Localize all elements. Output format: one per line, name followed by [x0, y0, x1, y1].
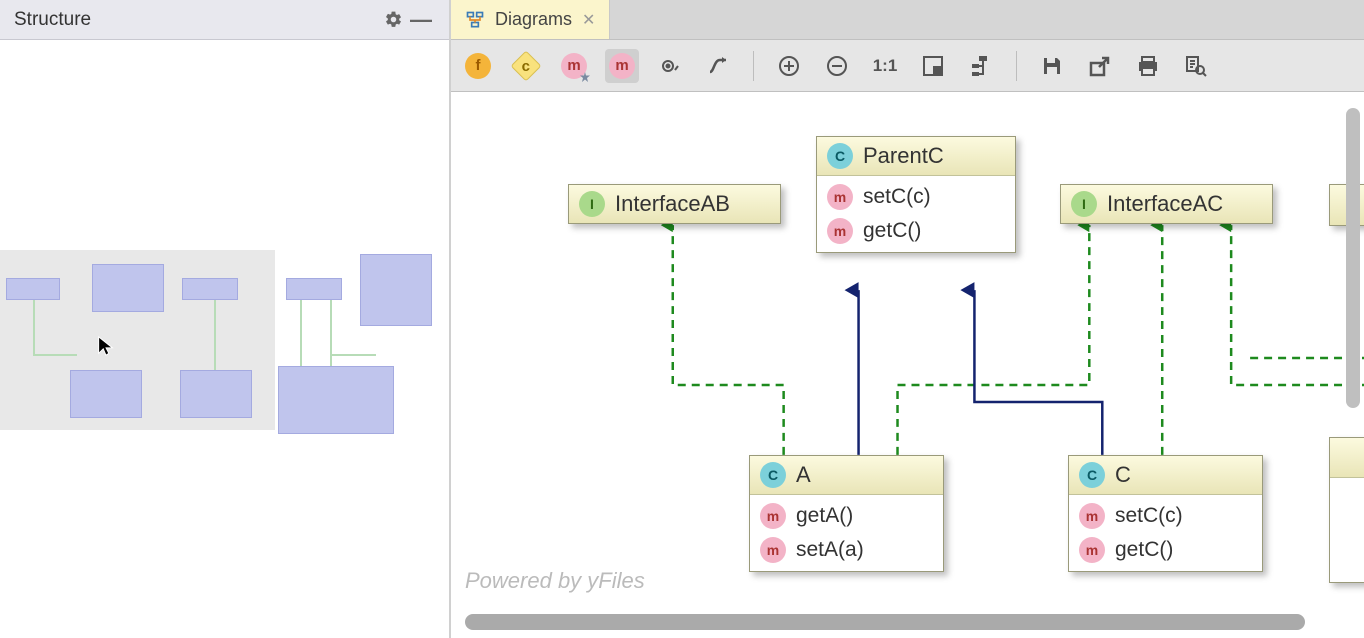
structure-title: Structure	[14, 9, 379, 31]
method-icon: m	[1079, 537, 1105, 563]
class-icon: C	[1079, 462, 1105, 488]
fit-content-button[interactable]	[916, 49, 950, 83]
minimize-icon[interactable]: —	[407, 6, 435, 34]
diagram-toolbar: f c m m 1:1	[451, 40, 1364, 92]
scrollbar-thumb[interactable]	[465, 614, 1305, 630]
node-member: mgetC()	[817, 214, 1015, 248]
method-star-icon: m	[561, 53, 587, 79]
node-member: msetC(c)	[1069, 499, 1262, 533]
save-button[interactable]	[1035, 49, 1069, 83]
node-title: InterfaceAC	[1107, 191, 1223, 217]
tab-diagrams[interactable]: Diagrams ✕	[451, 0, 610, 39]
node-class-c[interactable]: C C msetC(c) mgetC()	[1068, 455, 1263, 572]
node-clipped-bottom[interactable]	[1329, 437, 1364, 583]
visibility-button[interactable]	[653, 49, 687, 83]
minimap-node	[182, 278, 238, 300]
node-interfaceab[interactable]: I InterfaceAB	[568, 184, 781, 224]
close-icon[interactable]: ✕	[582, 10, 595, 30]
interface-icon: I	[1071, 191, 1097, 217]
node-member: msetC(c)	[817, 180, 1015, 214]
filter-constructors-button[interactable]: c	[509, 49, 543, 83]
method-icon: m	[760, 537, 786, 563]
class-icon: C	[760, 462, 786, 488]
structure-header: Structure —	[0, 0, 449, 40]
filter-methods-active-button[interactable]: m	[605, 49, 639, 83]
method-icon: m	[827, 218, 853, 244]
layout-button[interactable]	[964, 49, 998, 83]
zoom-actual-button[interactable]: 1:1	[868, 49, 902, 83]
diagram-footer: Powered by yFiles	[465, 568, 645, 594]
filter-fields-button[interactable]: f	[461, 49, 495, 83]
minimap-node	[180, 370, 252, 418]
node-parentc[interactable]: C ParentC msetC(c) mgetC()	[816, 136, 1016, 253]
zoom-in-button[interactable]	[772, 49, 806, 83]
print-button[interactable]	[1131, 49, 1165, 83]
minimap-node	[70, 370, 142, 418]
diagram-canvas[interactable]: I InterfaceAB C ParentC msetC(c) mgetC()…	[451, 92, 1364, 638]
horizontal-scrollbar[interactable]	[465, 614, 1334, 630]
node-title: InterfaceAB	[615, 191, 730, 217]
diagram-icon	[465, 10, 485, 30]
method-icon: m	[1079, 503, 1105, 529]
minimap-node	[278, 366, 394, 434]
edge-style-button[interactable]	[701, 49, 735, 83]
method-icon: m	[609, 53, 635, 79]
constructor-icon: c	[510, 50, 541, 81]
field-icon: f	[465, 53, 491, 79]
minimap-node	[92, 264, 164, 312]
node-title: ParentC	[863, 143, 944, 169]
vertical-scrollbar[interactable]	[1346, 108, 1360, 408]
node-title: C	[1115, 462, 1131, 488]
node-member: mgetC()	[1069, 533, 1262, 567]
gear-icon[interactable]	[379, 6, 407, 34]
filter-methods-button[interactable]: m	[557, 49, 591, 83]
diagram-panel: Diagrams ✕ f c m m 1:1	[450, 0, 1364, 638]
structure-minimap[interactable]	[0, 250, 450, 440]
interface-icon: I	[579, 191, 605, 217]
method-icon: m	[760, 503, 786, 529]
structure-panel: Structure —	[0, 0, 450, 638]
node-title: A	[796, 462, 811, 488]
node-class-a[interactable]: C A mgetA() msetA(a)	[749, 455, 944, 572]
export-button[interactable]	[1083, 49, 1117, 83]
tab-strip: Diagrams ✕	[451, 0, 1364, 40]
tab-label: Diagrams	[495, 9, 572, 30]
minimap-node	[6, 278, 60, 300]
method-icon: m	[827, 184, 853, 210]
node-interfaceac[interactable]: I InterfaceAC	[1060, 184, 1273, 224]
minimap-node	[286, 278, 342, 300]
zoom-out-button[interactable]	[820, 49, 854, 83]
minimap-node	[360, 254, 432, 326]
node-member: mgetA()	[750, 499, 943, 533]
class-icon: C	[827, 143, 853, 169]
find-button[interactable]	[1179, 49, 1213, 83]
node-member: msetA(a)	[750, 533, 943, 567]
